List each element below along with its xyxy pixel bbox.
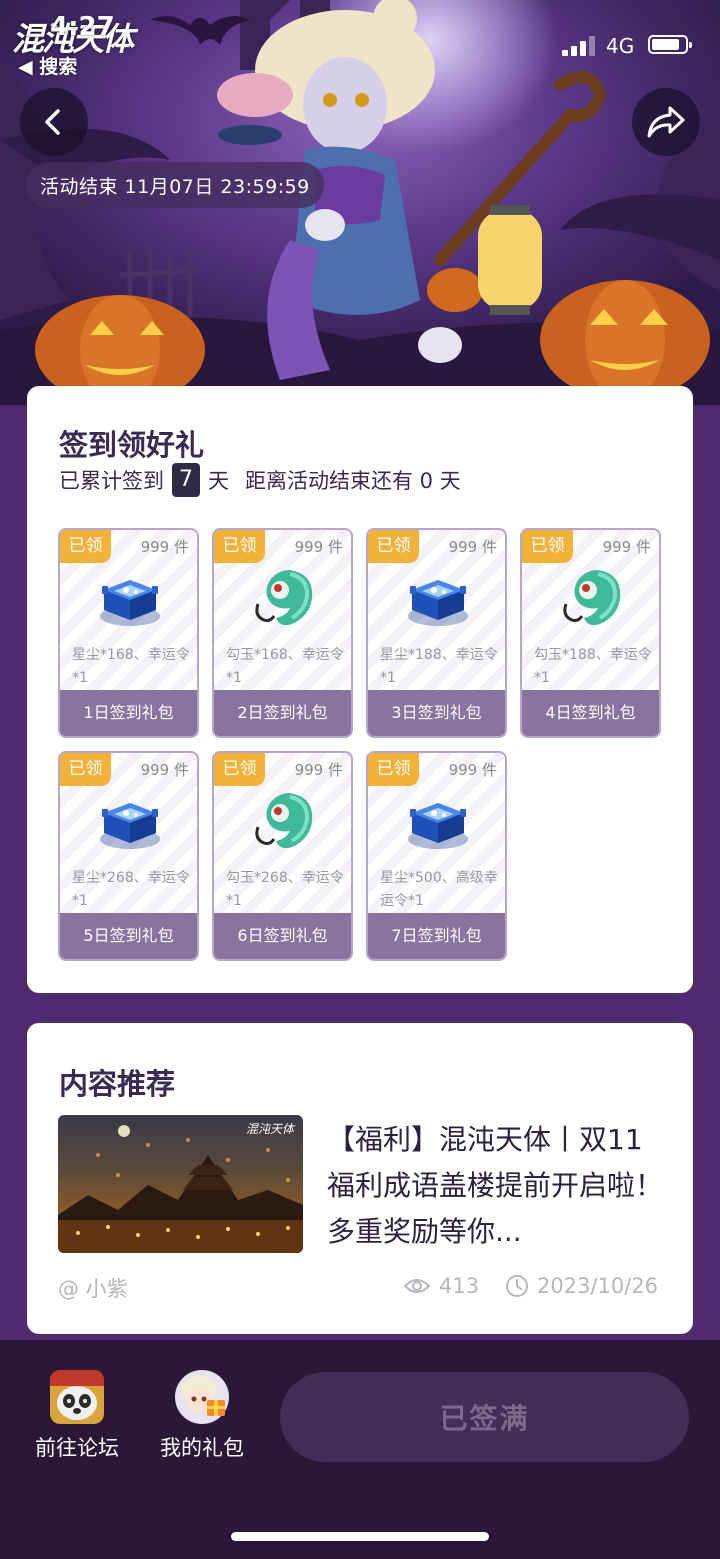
- recommend-title: 内容推荐: [59, 1067, 176, 1101]
- gift-name: 3日签到礼包: [368, 690, 505, 736]
- gift-card-day1[interactable]: 已领 999 件 星尘*168、幸运令*1 1日签到礼包: [58, 528, 199, 738]
- article-thumbnail[interactable]: 混沌天体: [58, 1115, 303, 1253]
- sign-in-title: 签到领好礼: [59, 428, 205, 462]
- gift-description: 勾玉*188、幸运令*1: [534, 647, 652, 686]
- chevron-left-icon: [45, 109, 60, 135]
- gift-name: 4日签到礼包: [522, 690, 659, 736]
- signed-full-button[interactable]: 已签满: [280, 1372, 689, 1462]
- claimed-badge: 已领: [368, 530, 419, 563]
- signed-days-count: 7: [172, 463, 200, 497]
- jade-magatama-icon: [563, 570, 621, 626]
- claimed-badge: 已领: [214, 530, 265, 563]
- battery-level: [652, 39, 679, 50]
- gift-card-day7[interactable]: 已领 999 件 星尘*500、高级幸运令*1 7日签到礼包: [366, 751, 507, 961]
- gift-description: 星尘*188、幸运令*1: [380, 647, 498, 686]
- sign-in-summary: 已累计签到 7 天 距离活动结束还有 0 天: [59, 462, 461, 498]
- cellular-signal-icon: [562, 36, 595, 56]
- bottom-bar: 前往论坛 我的礼包 已签满: [0, 1340, 720, 1559]
- share-arrow-icon: [647, 106, 685, 138]
- gift-stock: 999 件: [602, 538, 651, 556]
- gift-stock: 999 件: [294, 761, 343, 779]
- claimed-badge: 已领: [60, 753, 111, 786]
- gift-description: 勾玉*268、幸运令*1: [226, 870, 344, 909]
- content-recommend-card: 内容推荐 混沌天体 【福利】混沌天体丨双11福利成语盖楼提前开启啦！多重奖励等你…: [27, 1023, 693, 1334]
- gift-grid: 已领 999 件 星尘*168、幸运令*1 1日签到礼包 已领 999 件 勾玉…: [58, 528, 662, 962]
- gift-card-day4[interactable]: 已领 999 件 勾玉*188、幸运令*1 4日签到礼包: [520, 528, 661, 738]
- article-views: 413: [403, 1271, 479, 1301]
- claimed-badge: 已领: [522, 530, 573, 563]
- star-dust-chest-icon: [100, 803, 160, 849]
- activity-end-time: 活动结束 11月07日 23:59:59: [26, 162, 324, 208]
- gift-description: 星尘*268、幸运令*1: [72, 870, 190, 909]
- star-dust-chest-icon: [408, 580, 468, 626]
- star-dust-chest-icon: [100, 580, 160, 626]
- gift-name: 2日签到礼包: [214, 690, 351, 736]
- gift-stock: 999 件: [448, 538, 497, 556]
- summary-unit: 天: [208, 469, 229, 493]
- gift-description: 星尘*168、幸运令*1: [72, 647, 190, 686]
- gift-card-day2[interactable]: 已领 999 件 勾玉*168、幸运令*1 2日签到礼包: [212, 528, 353, 738]
- gift-stock: 999 件: [140, 538, 189, 556]
- article-title[interactable]: 【福利】混沌天体丨双11福利成语盖楼提前开启啦！多重奖励等你...: [327, 1117, 667, 1255]
- gift-description: 星尘*500、高级幸运令*1: [380, 870, 498, 909]
- palace-night-image: 混沌天体: [58, 1122, 303, 1253]
- sign-in-card: 签到领好礼 已累计签到 7 天 距离活动结束还有 0 天 已领 999 件 星尘…: [27, 386, 693, 993]
- gift-card-day3[interactable]: 已领 999 件 星尘*188、幸运令*1 3日签到礼包: [366, 528, 507, 738]
- go-to-forum-label: 前往论坛: [35, 1436, 119, 1460]
- gift-description: 勾玉*168、幸运令*1: [226, 647, 344, 686]
- my-gifts-button[interactable]: 我的礼包: [147, 1370, 257, 1462]
- share-button[interactable]: [632, 88, 700, 156]
- my-gifts-label: 我的礼包: [160, 1436, 244, 1460]
- my-gifts-avatar-icon: [175, 1370, 229, 1424]
- gift-stock: 999 件: [448, 761, 497, 779]
- network-type: 4G: [606, 34, 635, 58]
- date-text: 2023/10/26: [537, 1274, 659, 1298]
- gift-card-day5[interactable]: 已领 999 件 星尘*268、幸运令*1 5日签到礼包: [58, 751, 199, 961]
- hero-banner: 混沌天体 4:27 ◀ 搜索 4G 活动结束 11月07日 23:59:59: [0, 0, 720, 405]
- gift-name: 6日签到礼包: [214, 913, 351, 959]
- jade-magatama-icon: [255, 570, 313, 626]
- article-date: 2023/10/26: [505, 1271, 658, 1301]
- status-bar: 混沌天体 4:27 ◀ 搜索 4G: [0, 0, 720, 80]
- home-indicator[interactable]: [231, 1532, 489, 1541]
- back-to-search-link[interactable]: ◀ 搜索: [18, 52, 77, 79]
- gift-name: 7日签到礼包: [368, 913, 505, 959]
- claimed-badge: 已领: [214, 753, 265, 786]
- star-dust-chest-icon: [408, 803, 468, 849]
- article-author: @ 小紫: [58, 1277, 128, 1301]
- views-count: 413: [439, 1274, 480, 1298]
- gift-stock: 999 件: [294, 538, 343, 556]
- gift-name: 1日签到礼包: [60, 690, 197, 736]
- gift-card-day6[interactable]: 已领 999 件 勾玉*268、幸运令*1 6日签到礼包: [212, 751, 353, 961]
- thumbnail-logo: 混沌天体: [246, 1122, 296, 1136]
- eye-icon: [403, 1279, 431, 1293]
- remaining-days-text: 距离活动结束还有 0 天: [245, 469, 461, 493]
- summary-prefix: 已累计签到: [59, 469, 164, 493]
- claimed-badge: 已领: [60, 530, 111, 563]
- claimed-badge: 已领: [368, 753, 419, 786]
- gift-name: 5日签到礼包: [60, 913, 197, 959]
- clock-icon: [506, 1275, 528, 1297]
- jade-magatama-icon: [255, 793, 313, 849]
- go-to-forum-button[interactable]: 前往论坛: [22, 1370, 132, 1462]
- back-button[interactable]: [20, 88, 88, 156]
- forum-avatar-icon: [50, 1370, 104, 1424]
- gift-stock: 999 件: [140, 761, 189, 779]
- status-time: 4:27: [50, 12, 115, 42]
- battery-icon: [648, 35, 692, 54]
